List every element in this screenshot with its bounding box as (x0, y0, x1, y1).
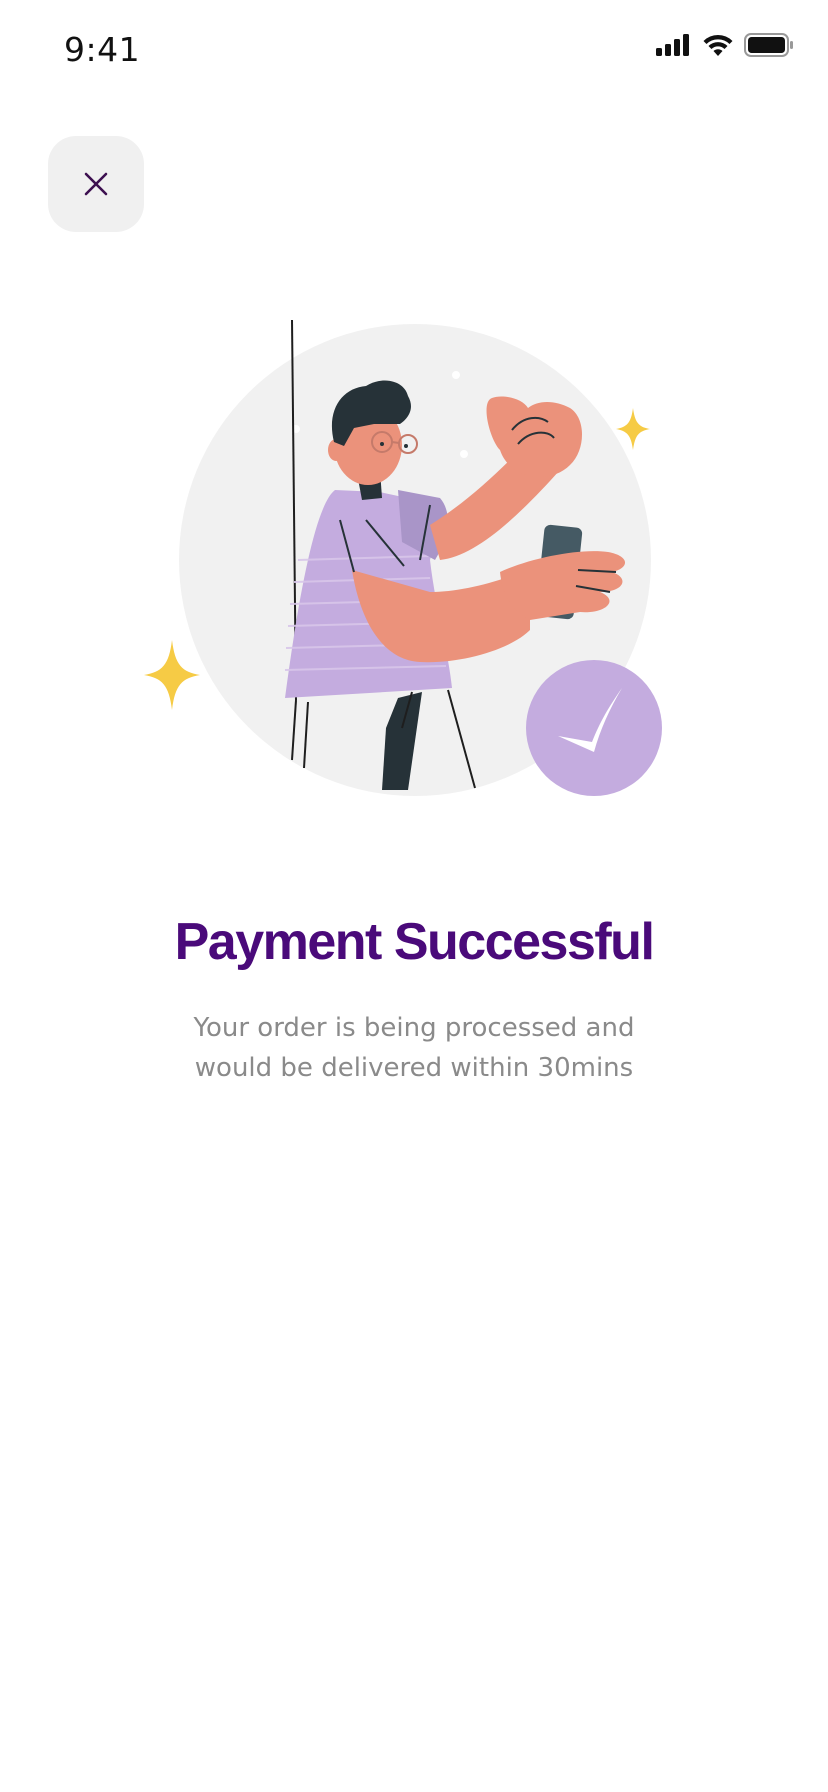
payment-success-illustration (144, 320, 662, 796)
success-message: Your order is being processed and would … (164, 1008, 664, 1088)
status-bar: 9:41 (0, 0, 828, 100)
status-icons (656, 33, 794, 57)
wifi-icon (703, 34, 733, 56)
close-button[interactable] (48, 136, 144, 232)
page-title: Payment Successful (174, 913, 655, 971)
check-badge (526, 660, 662, 796)
battery-icon (744, 33, 793, 57)
status-time: 9:41 (64, 30, 141, 69)
success-message-line: Your order is being processed and (193, 1013, 635, 1043)
cellular-signal-icon (656, 34, 689, 56)
decor-dot (452, 371, 460, 379)
success-message-line: would be delivered within 30mins (194, 1053, 634, 1083)
close-icon (84, 172, 108, 196)
sparkle-icon (616, 408, 650, 450)
sparkle-icon (144, 640, 200, 710)
decor-dot (460, 450, 468, 458)
